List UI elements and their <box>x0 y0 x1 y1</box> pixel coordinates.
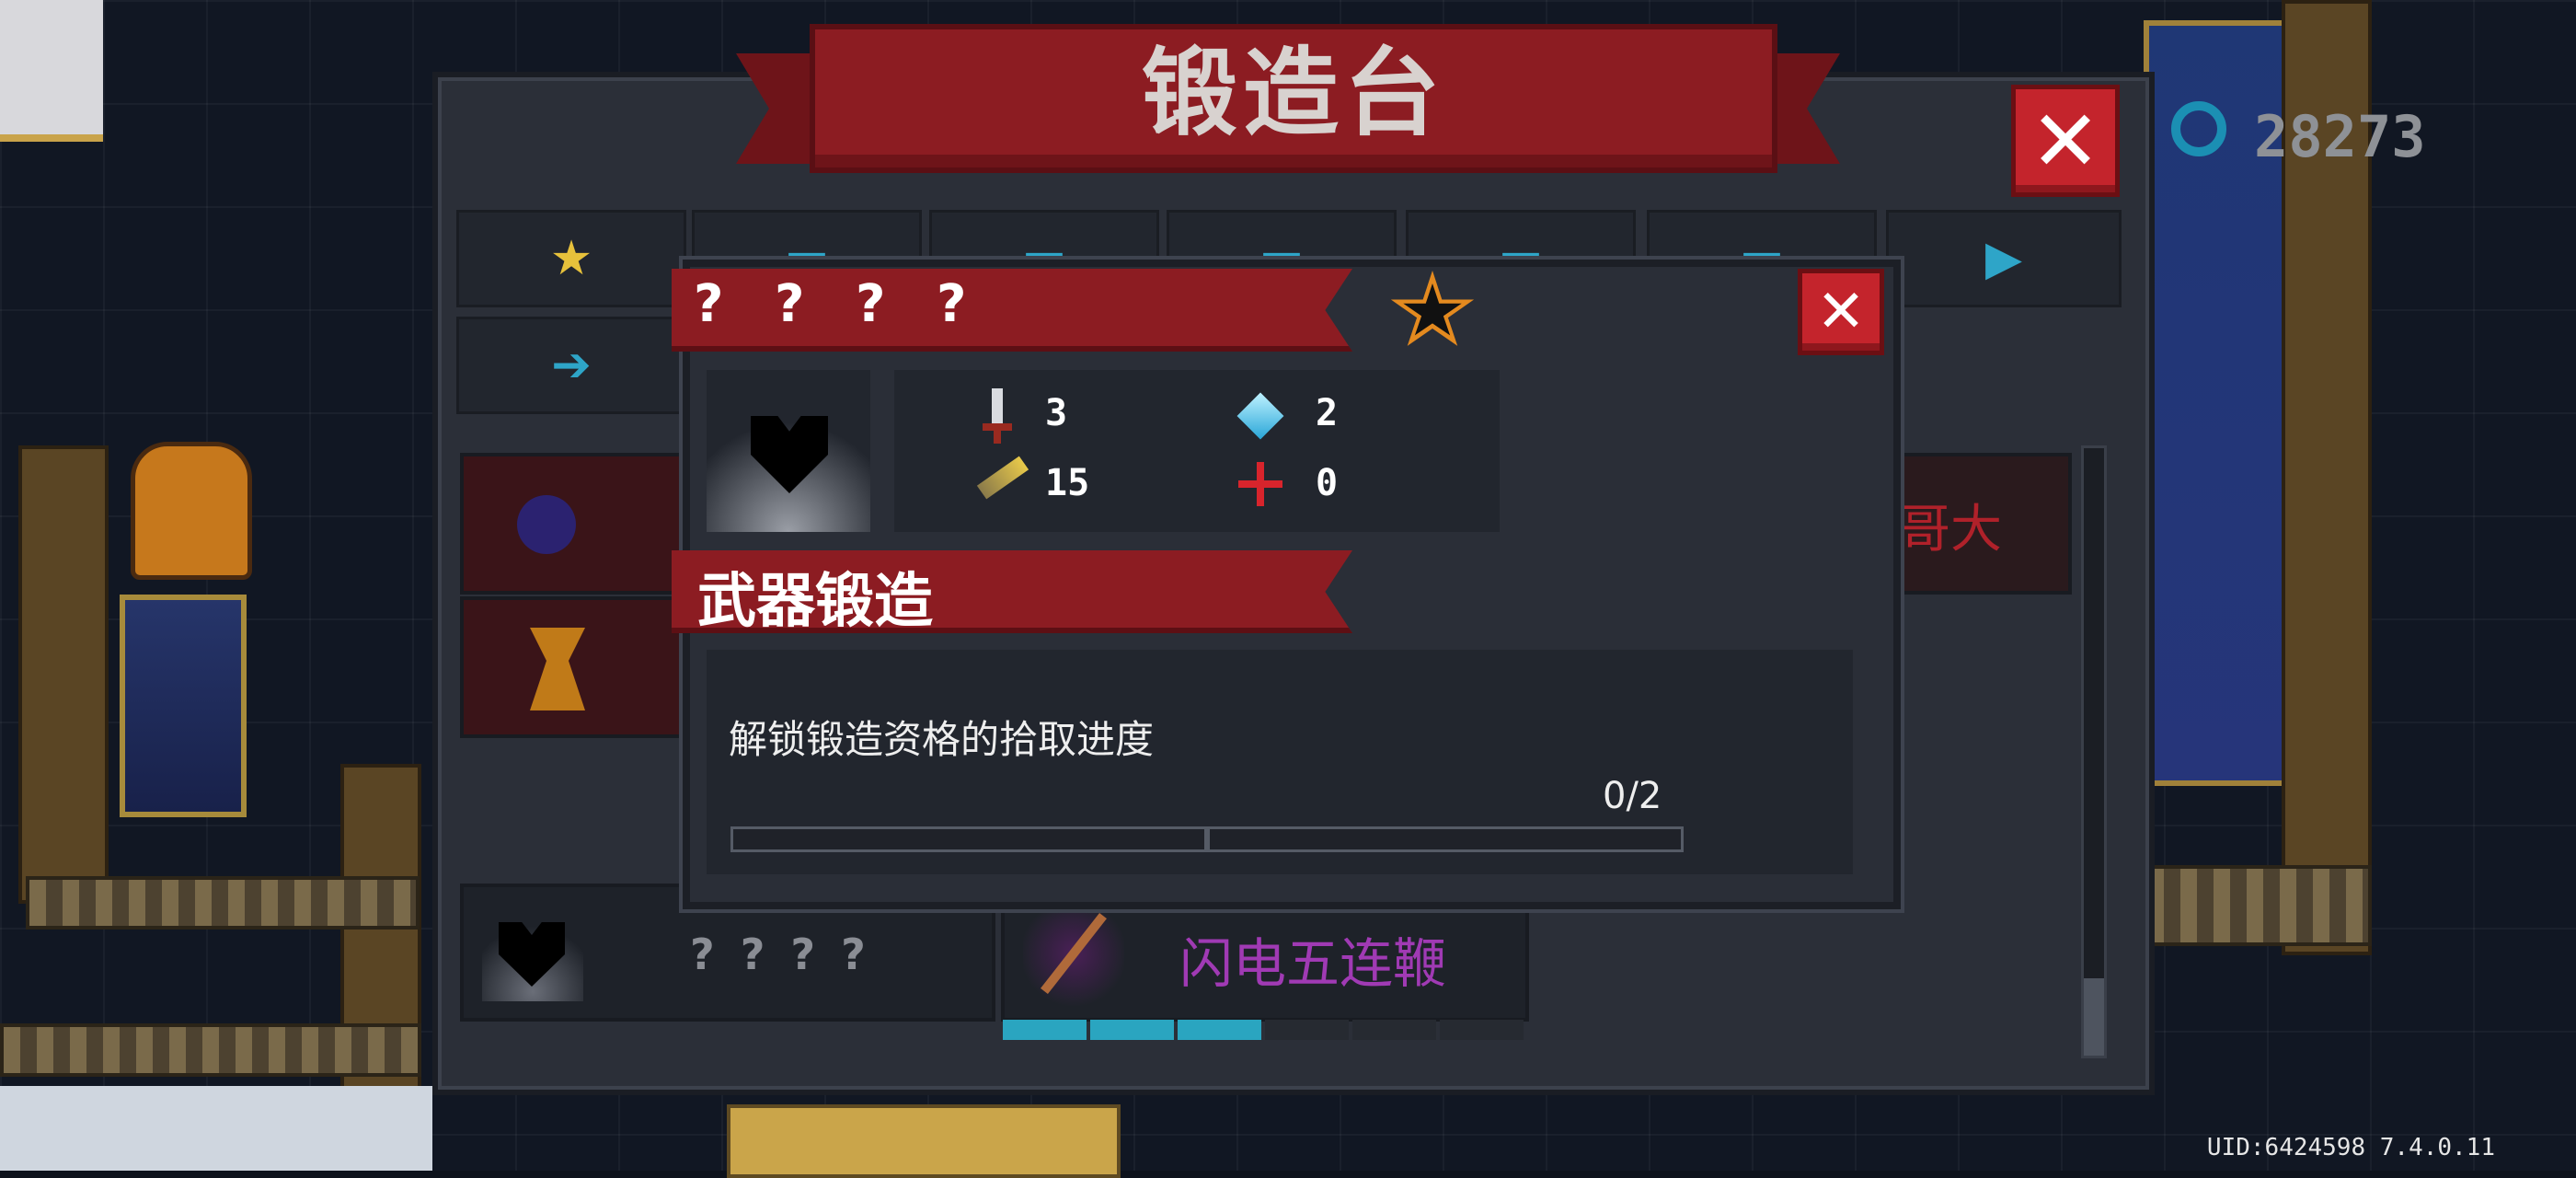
gem-coin-icon <box>2171 101 2226 156</box>
wall-pillar <box>18 445 109 904</box>
tab-arrow[interactable]: ➔ <box>456 317 686 414</box>
floor-column-top <box>727 1104 1121 1178</box>
diamond-icon <box>1236 392 1284 440</box>
weapon-name: 哥大 <box>1899 500 2002 560</box>
close-icon: ✕ <box>2030 91 2101 191</box>
tab-favorites[interactable]: ★ <box>456 210 686 307</box>
star-icon: ★ <box>549 231 593 286</box>
sword-icon <box>977 388 1018 444</box>
close-icon: ✕ <box>1816 278 1866 346</box>
close-dialog-button[interactable]: ✕ <box>1798 269 1884 355</box>
lightning-whip-icon <box>1023 896 1124 1011</box>
weapon-name: 闪电五连鞭 <box>1179 932 1447 995</box>
progress-segment <box>1207 826 1684 852</box>
floor-cloud-tile <box>0 1086 432 1171</box>
weapon-preview <box>707 370 870 532</box>
npc-character <box>131 442 252 580</box>
floor-trim <box>0 1023 421 1077</box>
crosshair-icon <box>1238 462 1282 506</box>
progress-label: 解锁锻造资格的拾取进度 <box>729 717 1155 762</box>
list-scrollbar[interactable] <box>2081 445 2107 1058</box>
arrow-weapon-icon: ➔ <box>551 338 592 393</box>
accuracy-value: 0 <box>1316 462 1339 504</box>
weapon-name: ? ? ? ? <box>694 274 983 334</box>
trophy-weapon-icon <box>530 628 585 710</box>
feather-icon <box>976 456 1029 500</box>
progress-segment <box>730 826 1207 852</box>
wall-block <box>0 0 103 142</box>
crit-value: 15 <box>1045 462 1090 504</box>
damage-value: 3 <box>1045 392 1068 434</box>
drill-gun-icon: ▶ <box>1985 231 2022 286</box>
section-title: 武器锻造 <box>697 568 933 636</box>
currency-amount: 28273 <box>2254 103 2426 170</box>
scrollbar-thumb[interactable] <box>2084 978 2104 1056</box>
uid-version-label: UID:6424598 7.4.0.11 <box>2206 1134 2495 1161</box>
floor-trim <box>26 876 420 930</box>
weapon-slot[interactable]: 哥大 <box>1890 453 2072 595</box>
weapon-slot[interactable] <box>460 596 688 738</box>
energy-cost-value: 2 <box>1316 392 1339 434</box>
progress-count: 0/2 <box>1603 775 1662 817</box>
orb-weapon-icon <box>517 495 576 554</box>
weapon-stats-panel: 3 2 15 0 <box>894 370 1500 532</box>
floor-trim <box>2144 865 2372 946</box>
tab-drill[interactable]: ▶ <box>1886 210 2122 307</box>
bookshelf-prop <box>120 595 247 817</box>
page-title: 锻造台 <box>1141 37 1445 149</box>
close-forge-button[interactable]: ✕ <box>2011 85 2120 197</box>
upgrade-level-bar <box>1003 1020 1524 1040</box>
weapon-silhouette-icon <box>482 906 583 1001</box>
weapon-name: ? ? ? ? <box>690 930 871 979</box>
weapon-silhouette-icon <box>751 416 828 493</box>
weapon-slot[interactable] <box>460 453 688 595</box>
forge-requirement-panel: 解锁锻造资格的拾取进度 0/2 <box>707 650 1853 874</box>
